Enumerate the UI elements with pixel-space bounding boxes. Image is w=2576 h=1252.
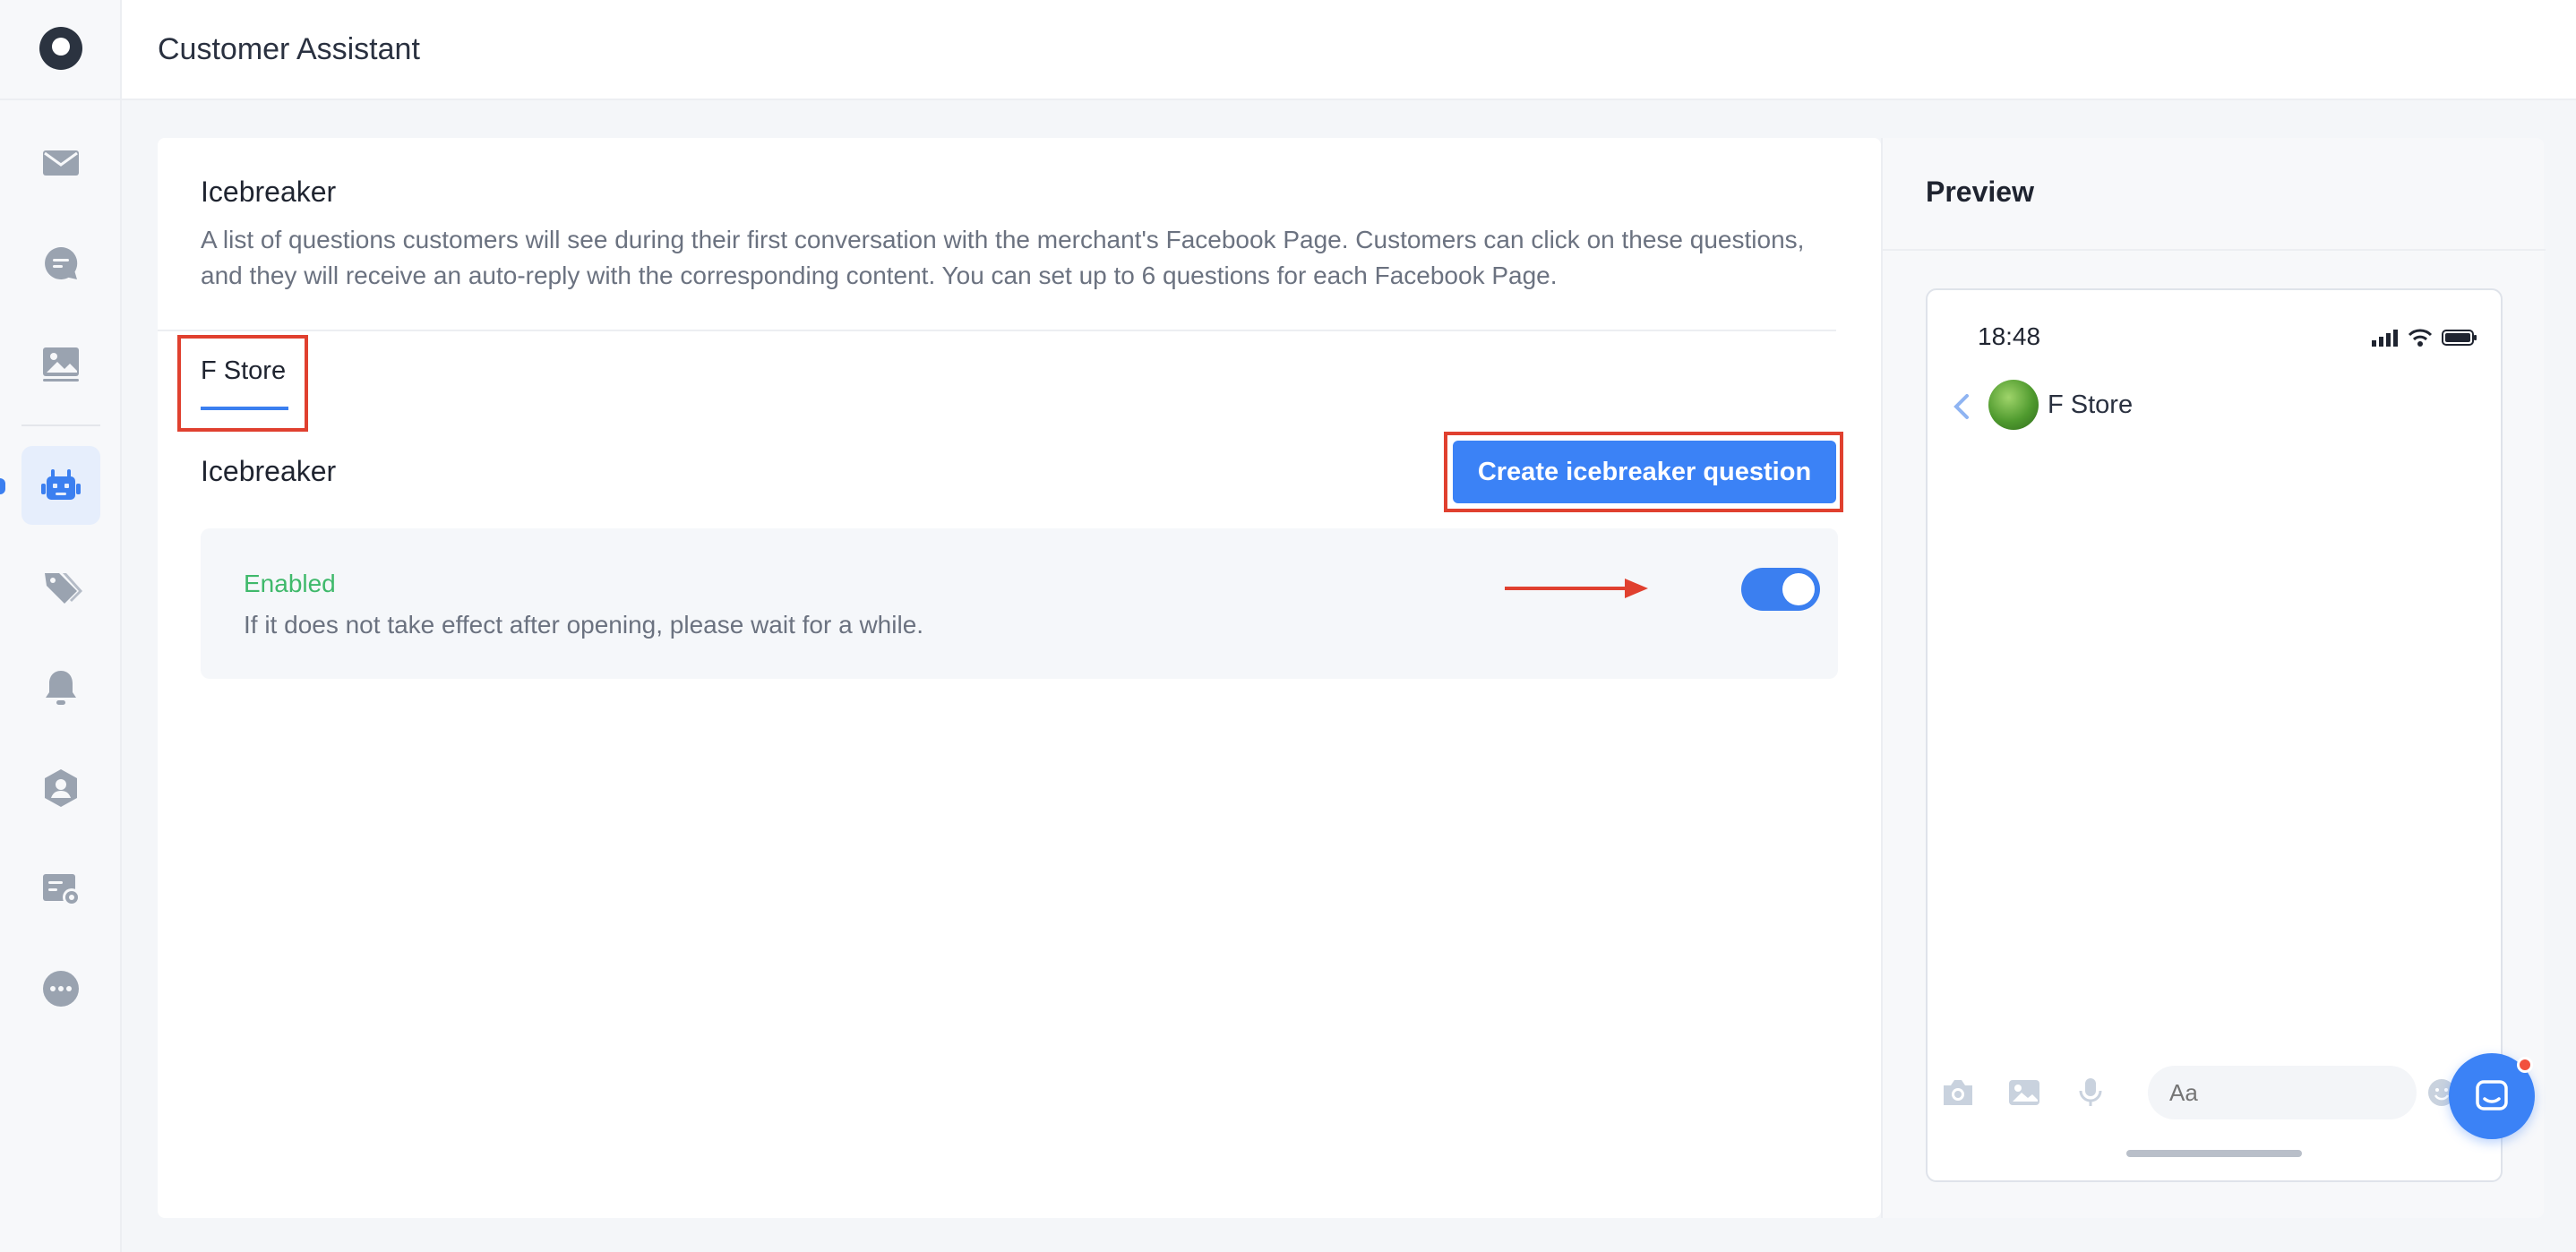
sidebar-item-bot[interactable] bbox=[21, 446, 100, 525]
sidebar-item-tags[interactable] bbox=[21, 548, 100, 627]
microphone-icon[interactable] bbox=[2073, 1076, 2108, 1109]
image-icon bbox=[43, 347, 79, 382]
tag-icon bbox=[45, 573, 82, 604]
message-composer bbox=[1940, 1066, 2495, 1119]
signal-icon bbox=[2372, 330, 2398, 347]
sidebar-divider bbox=[0, 99, 122, 100]
sidebar-item-more[interactable] bbox=[21, 949, 100, 1028]
user-shield-icon bbox=[45, 769, 77, 807]
sidebar-item-media[interactable] bbox=[21, 324, 100, 403]
icebreaker-section-title: Icebreaker bbox=[201, 455, 337, 487]
support-chat-button[interactable] bbox=[2449, 1053, 2535, 1139]
wifi-icon bbox=[2408, 329, 2433, 347]
sidebar-item-contacts[interactable] bbox=[21, 749, 100, 828]
more-icon bbox=[43, 971, 79, 1007]
status-label: Enabled bbox=[244, 570, 336, 597]
sidebar-item-notifications[interactable] bbox=[21, 648, 100, 727]
preview-panel: Preview 18:48 F Store bbox=[1881, 138, 2546, 1218]
chat-bubble-icon bbox=[45, 246, 78, 279]
notification-badge bbox=[2517, 1057, 2533, 1073]
battery-icon bbox=[2442, 330, 2477, 346]
chat-page-name: F Store bbox=[2048, 390, 2134, 419]
mail-icon bbox=[43, 150, 79, 176]
chat-window-icon bbox=[2476, 1080, 2508, 1111]
robot-icon bbox=[41, 469, 81, 500]
tab-f-store[interactable]: F Store bbox=[201, 356, 286, 386]
sidebar-separator bbox=[21, 424, 100, 426]
app-logo-icon[interactable] bbox=[39, 27, 82, 70]
sidebar-item-chat[interactable] bbox=[21, 224, 100, 303]
bell-icon bbox=[46, 671, 76, 705]
section-divider bbox=[158, 330, 1836, 331]
preview-title: Preview bbox=[1926, 176, 2034, 208]
arrow-right-icon bbox=[1505, 579, 1648, 598]
sidebar-item-inbox[interactable] bbox=[21, 124, 100, 202]
status-panel: Enabled If it does not take effect after… bbox=[201, 528, 1838, 679]
page-avatar bbox=[1988, 380, 2039, 430]
phone-time: 18:48 bbox=[1978, 322, 2041, 350]
sidebar bbox=[0, 0, 122, 1252]
toggle-knob bbox=[1782, 573, 1815, 605]
tab-active-underline bbox=[201, 407, 288, 410]
home-indicator bbox=[2126, 1150, 2302, 1157]
phone-status-icons bbox=[2372, 328, 2477, 347]
camera-icon[interactable] bbox=[1940, 1076, 1976, 1109]
enable-toggle[interactable] bbox=[1741, 568, 1820, 611]
card-gear-icon bbox=[43, 874, 81, 906]
active-indicator bbox=[0, 478, 5, 494]
create-icebreaker-button[interactable]: Create icebreaker question bbox=[1453, 441, 1836, 503]
message-input[interactable] bbox=[2148, 1066, 2417, 1119]
page-header: Customer Assistant bbox=[122, 0, 2576, 100]
icebreaker-card: Icebreaker A list of questions customers… bbox=[158, 138, 1881, 1218]
icebreaker-description: A list of questions customers will see d… bbox=[201, 226, 1805, 289]
image-icon[interactable] bbox=[2006, 1076, 2042, 1109]
phone-preview: 18:48 F Store bbox=[1926, 288, 2503, 1182]
page-title: Customer Assistant bbox=[158, 31, 420, 66]
preview-divider bbox=[1883, 249, 2546, 251]
sidebar-item-settings[interactable] bbox=[21, 849, 100, 928]
icebreaker-title: Icebreaker bbox=[201, 176, 337, 208]
back-chevron-icon[interactable] bbox=[1951, 392, 1972, 421]
status-note: If it does not take effect after opening… bbox=[244, 611, 924, 639]
